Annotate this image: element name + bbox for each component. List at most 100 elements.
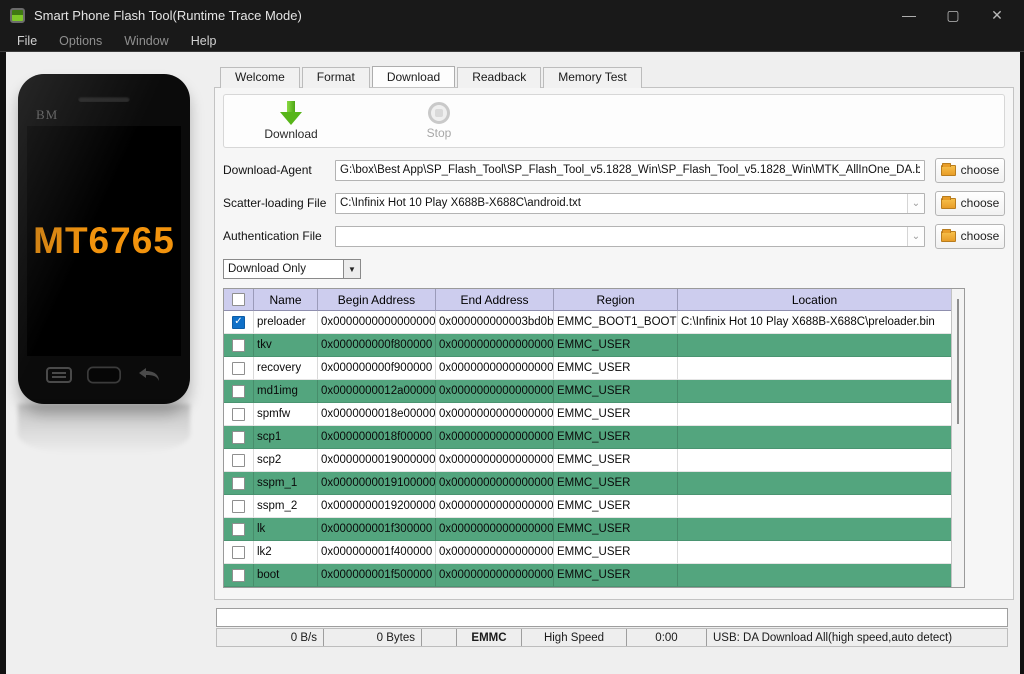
row-checkbox[interactable] (232, 362, 245, 375)
auth-file-choose-button[interactable]: choose (935, 224, 1005, 249)
stop-button[interactable]: Stop (404, 102, 474, 140)
row-checkbox-cell[interactable] (224, 541, 254, 564)
download-agent-row: Download-Agent choose (223, 159, 1005, 181)
cell-location (678, 518, 951, 541)
table-scrollbar[interactable] (951, 289, 964, 587)
row-checkbox[interactable] (232, 523, 245, 536)
row-checkbox[interactable] (232, 477, 245, 490)
table-row[interactable]: boot0x000000001f5000000x0000000000000000… (224, 564, 951, 587)
status-storage-type: EMMC (457, 629, 522, 646)
header-end-address[interactable]: End Address (436, 289, 554, 311)
phone-image: BM MT6765 (18, 74, 190, 404)
row-checkbox[interactable] (232, 339, 245, 352)
cell-begin-address: 0x0000000019000000 (318, 449, 436, 472)
tab-readback[interactable]: Readback (457, 67, 541, 88)
row-checkbox-cell[interactable] (224, 334, 254, 357)
folder-icon (941, 198, 956, 209)
row-checkbox[interactable] (232, 546, 245, 559)
cell-end-address: 0x0000000000000000 (436, 518, 554, 541)
cell-region: EMMC_USER (554, 449, 678, 472)
cell-begin-address: 0x000000000f800000 (318, 334, 436, 357)
download-agent-label: Download-Agent (223, 163, 335, 177)
status-bytes: 0 Bytes (324, 629, 422, 646)
cell-name: spmfw (254, 403, 318, 426)
cell-name: md1img (254, 380, 318, 403)
table-row[interactable]: sspm_10x00000000191000000x00000000000000… (224, 472, 951, 495)
download-agent-choose-button[interactable]: choose (935, 158, 1005, 183)
scatter-file-input[interactable] (335, 193, 925, 214)
cell-region: EMMC_USER (554, 518, 678, 541)
maximize-button[interactable]: ▢ (944, 7, 962, 24)
table-row[interactable]: lk20x000000001f4000000x0000000000000000E… (224, 541, 951, 564)
header-begin-address[interactable]: Begin Address (318, 289, 436, 311)
table-body: ✓preloader0x00000000000000000x0000000000… (224, 311, 951, 587)
cell-end-address: 0x0000000000000000 (436, 449, 554, 472)
dropdown-arrow-icon[interactable]: ▼ (343, 260, 360, 278)
status-speed: 0 B/s (217, 629, 324, 646)
cell-begin-address: 0x000000001f300000 (318, 518, 436, 541)
mode-select[interactable]: Download Only ▼ (223, 259, 361, 279)
download-button[interactable]: Download (256, 101, 326, 141)
row-checkbox[interactable]: ✓ (232, 316, 245, 329)
row-checkbox-cell[interactable]: ✓ (224, 311, 254, 334)
row-checkbox[interactable] (232, 408, 245, 421)
cell-name: scp1 (254, 426, 318, 449)
row-checkbox-cell[interactable] (224, 357, 254, 380)
cell-name: scp2 (254, 449, 318, 472)
menu-options[interactable]: Options (48, 34, 113, 48)
row-checkbox-cell[interactable] (224, 449, 254, 472)
menu-file[interactable]: File (6, 34, 48, 48)
scrollbar-thumb[interactable] (957, 299, 959, 424)
select-all-checkbox[interactable] (232, 293, 245, 306)
table-row[interactable]: tkv0x000000000f8000000x0000000000000000E… (224, 334, 951, 357)
cell-begin-address: 0x0000000018f00000 (318, 426, 436, 449)
row-checkbox-cell[interactable] (224, 518, 254, 541)
row-checkbox[interactable] (232, 431, 245, 444)
row-checkbox[interactable] (232, 454, 245, 467)
scatter-file-choose-button[interactable]: choose (935, 191, 1005, 216)
title-bar: Smart Phone Flash Tool(Runtime Trace Mod… (0, 0, 1024, 30)
row-checkbox-cell[interactable] (224, 403, 254, 426)
progress-bar (216, 608, 1008, 627)
row-checkbox-cell[interactable] (224, 426, 254, 449)
header-location[interactable]: Location (678, 289, 951, 311)
auth-file-input[interactable] (335, 226, 925, 247)
cell-location (678, 403, 951, 426)
chevron-down-icon[interactable]: ⌄ (907, 194, 924, 213)
auth-file-row: Authentication File ⌄ choose (223, 225, 1005, 247)
tab-welcome[interactable]: Welcome (220, 67, 300, 88)
cell-end-address: 0x0000000000000000 (436, 541, 554, 564)
scatter-file-row: Scatter-loading File ⌄ choose (223, 192, 1005, 214)
tab-format[interactable]: Format (302, 67, 370, 88)
header-region[interactable]: Region (554, 289, 678, 311)
cell-name: tkv (254, 334, 318, 357)
header-name[interactable]: Name (254, 289, 318, 311)
table-row[interactable]: scp20x00000000190000000x0000000000000000… (224, 449, 951, 472)
row-checkbox[interactable] (232, 569, 245, 582)
minimize-button[interactable]: — (900, 7, 918, 24)
table-row[interactable]: md1img0x0000000012a000000x00000000000000… (224, 380, 951, 403)
download-agent-input[interactable] (335, 160, 925, 181)
menu-window[interactable]: Window (113, 34, 179, 48)
table-row[interactable]: spmfw0x0000000018e000000x000000000000000… (224, 403, 951, 426)
row-checkbox-cell[interactable] (224, 380, 254, 403)
row-checkbox[interactable] (232, 500, 245, 513)
table-row[interactable]: scp10x0000000018f000000x0000000000000000… (224, 426, 951, 449)
chevron-down-icon[interactable]: ⌄ (907, 227, 924, 246)
header-checkbox-cell[interactable] (224, 289, 254, 311)
tab-download[interactable]: Download (372, 66, 455, 87)
cell-name: lk2 (254, 541, 318, 564)
row-checkbox-cell[interactable] (224, 472, 254, 495)
table-row[interactable]: sspm_20x00000000192000000x00000000000000… (224, 495, 951, 518)
row-checkbox[interactable] (232, 385, 245, 398)
menu-help[interactable]: Help (180, 34, 228, 48)
table-row[interactable]: ✓preloader0x00000000000000000x0000000000… (224, 311, 951, 334)
table-row[interactable]: lk0x000000001f3000000x0000000000000000EM… (224, 518, 951, 541)
close-button[interactable]: ✕ (988, 7, 1006, 24)
status-message: USB: DA Download All(high speed,auto det… (707, 629, 1007, 646)
table-row[interactable]: recovery0x000000000f9000000x000000000000… (224, 357, 951, 380)
row-checkbox-cell[interactable] (224, 495, 254, 518)
tab-memory-test[interactable]: Memory Test (543, 67, 641, 88)
row-checkbox-cell[interactable] (224, 564, 254, 587)
menu-key-icon (42, 364, 76, 386)
